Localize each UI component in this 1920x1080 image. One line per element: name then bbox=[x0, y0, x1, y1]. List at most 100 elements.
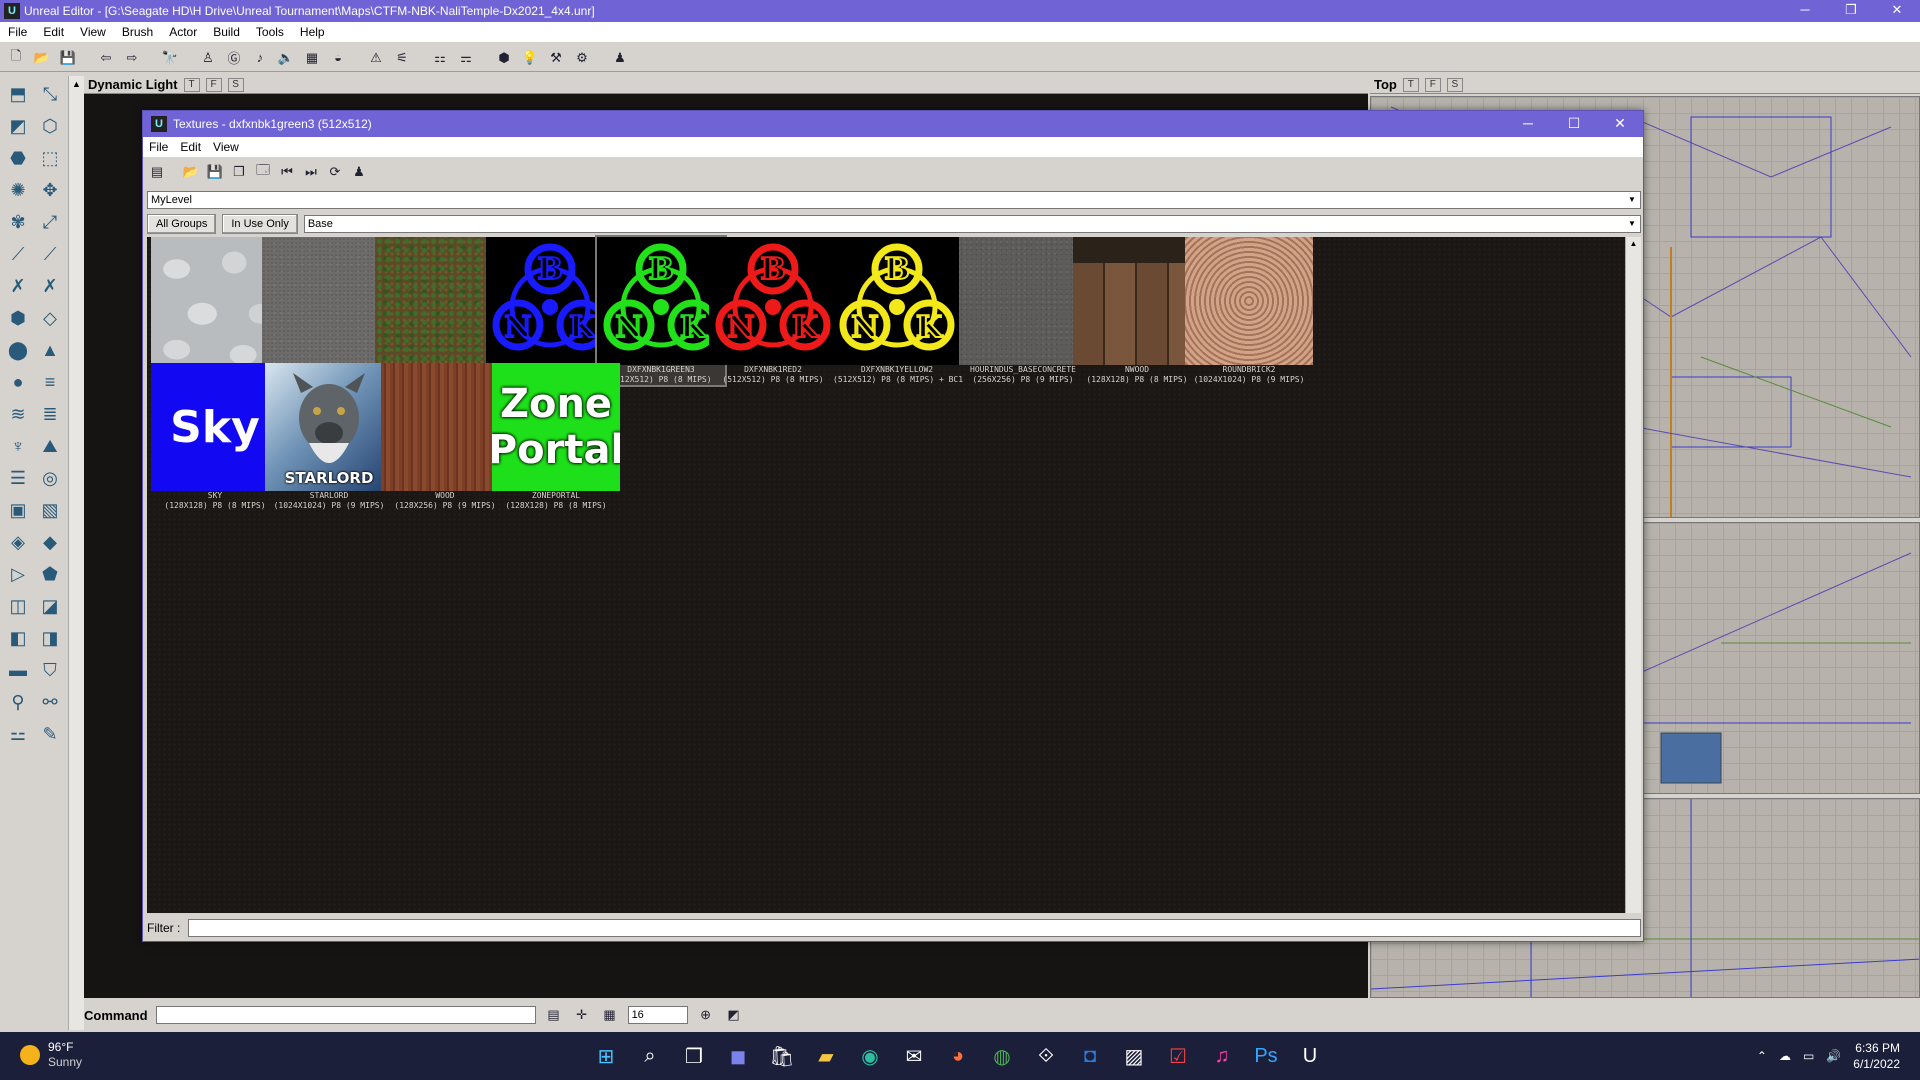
group-select[interactable]: Base ▼ bbox=[303, 215, 1641, 233]
light-icon[interactable]: ⚲ bbox=[2, 686, 34, 718]
photoshop-icon[interactable]: Ps bbox=[1250, 1038, 1282, 1074]
rotate-brush-icon[interactable]: ✺ bbox=[2, 174, 34, 206]
viewport-layout-icon[interactable]: ▤ bbox=[544, 1005, 564, 1025]
maximize-button[interactable]: ☐ bbox=[1551, 111, 1597, 137]
tb-menu-view[interactable]: View bbox=[207, 140, 245, 154]
texture-tile-sky[interactable]: Sky SKY (128X128) P8 (8 MIPS) bbox=[151, 363, 279, 511]
outlook-icon[interactable]: ◘ bbox=[1074, 1038, 1106, 1074]
music-browser-icon[interactable]: ♪ bbox=[250, 48, 270, 68]
menu-help[interactable]: Help bbox=[292, 25, 333, 39]
build-lighting-icon[interactable]: ⚟ bbox=[392, 48, 412, 68]
viewport-top-button[interactable]: T bbox=[1402, 77, 1419, 92]
clip-icon[interactable]: ✗ bbox=[34, 270, 66, 302]
menu-file[interactable]: File bbox=[0, 25, 35, 39]
viewport-front-button[interactable]: F bbox=[1424, 77, 1441, 92]
play-map-icon[interactable]: 💡 bbox=[520, 48, 540, 68]
search-actors-icon[interactable]: 🔭 bbox=[160, 48, 180, 68]
package-select[interactable]: MyLevel ▼ bbox=[147, 191, 1641, 209]
bing-icon[interactable]: ⟐ bbox=[1030, 1038, 1062, 1074]
subtract-brush-icon[interactable]: ▧ bbox=[34, 494, 66, 526]
chevron-down-icon[interactable]: ▼ bbox=[1625, 217, 1639, 231]
grid-size-select[interactable]: 16 bbox=[627, 1006, 688, 1024]
actor-browser-icon[interactable]: ♙ bbox=[198, 48, 218, 68]
close-button[interactable]: ✕ bbox=[1597, 111, 1643, 137]
viewport-side-button[interactable]: S bbox=[227, 77, 244, 92]
chevron-down-icon[interactable]: ▼ bbox=[1625, 193, 1639, 207]
build-all-icon[interactable]: ⬢ bbox=[494, 48, 514, 68]
save-package-icon[interactable]: 💾 bbox=[205, 162, 225, 182]
texture-tile-starlord[interactable]: STARLORD STARLORD (1024X1024) P8 (9 MIPS) bbox=[265, 363, 393, 511]
task-view-icon[interactable]: ❐ bbox=[678, 1038, 710, 1074]
previous-icon[interactable]: ⏮ bbox=[277, 162, 297, 182]
texture-tile-zoneportal[interactable]: Zone Portal ZONEPORTAL (128X128) P8 (8 MIPS… bbox=[492, 363, 620, 511]
texture-grid-scrollbar[interactable]: ▲ bbox=[1625, 237, 1641, 913]
search-icon[interactable]: ⌕ bbox=[634, 1038, 666, 1074]
tb-menu-edit[interactable]: Edit bbox=[174, 140, 207, 154]
add-mover-icon[interactable]: ▷ bbox=[2, 558, 34, 590]
start-icon[interactable]: ⊞ bbox=[590, 1038, 622, 1074]
tb-menu-file[interactable]: File bbox=[143, 140, 174, 154]
teams-chat-icon[interactable]: ◼ bbox=[722, 1038, 754, 1074]
texture-pan-icon[interactable]: ◩ bbox=[2, 110, 34, 142]
edit-tool-icon[interactable]: ✎ bbox=[34, 718, 66, 750]
properties-icon[interactable]: ⚙ bbox=[572, 48, 592, 68]
redo-icon[interactable]: ⇨ bbox=[122, 48, 142, 68]
maximize-viewport-icon[interactable]: ◩ bbox=[724, 1005, 744, 1025]
itunes-icon[interactable]: ♫ bbox=[1206, 1038, 1238, 1074]
in-use-only-button[interactable]: In Use Only bbox=[222, 214, 298, 234]
menu-tools[interactable]: Tools bbox=[248, 25, 292, 39]
polygon-icon[interactable]: ✾ bbox=[2, 206, 34, 238]
filter-input[interactable] bbox=[188, 919, 1641, 937]
volumetric-icon[interactable]: ♆ bbox=[2, 430, 34, 462]
scale-mode-icon[interactable]: ⤡ bbox=[34, 78, 66, 110]
terrain-icon[interactable]: ✗ bbox=[2, 270, 34, 302]
texture-tile-dxfxnbk1yellow2[interactable]: B N K DXFXNBK1YELLOW2 (512X512) P8 (8 MIPS) … bbox=[833, 237, 963, 385]
minimize-button[interactable]: ─ bbox=[1782, 0, 1828, 22]
vertex-edit-icon[interactable]: ⬣ bbox=[2, 142, 34, 174]
maximize-button[interactable]: ❐ bbox=[1828, 0, 1874, 22]
hide-selected-icon[interactable]: ◧ bbox=[2, 622, 34, 654]
shear-brush-icon[interactable]: ⤢ bbox=[34, 206, 66, 238]
unreal-editor-taskbar-icon[interactable]: U bbox=[1294, 1038, 1326, 1074]
grid-icon[interactable]: ▦ bbox=[600, 1005, 620, 1025]
unrealscript-icon[interactable]: ♟ bbox=[610, 48, 630, 68]
add-anti-portal-icon[interactable]: ◪ bbox=[34, 590, 66, 622]
align-icon[interactable]: ⚍ bbox=[2, 718, 34, 750]
edge-icon[interactable]: ◉ bbox=[854, 1038, 886, 1074]
add-zone-portal-icon[interactable]: ◫ bbox=[2, 590, 34, 622]
copy-icon[interactable]: ❐ bbox=[229, 162, 249, 182]
texture-tile-dxfxnbk1red2[interactable]: B N K DXFXNBK1RED2 (512X512) P8 (8 MIPS) bbox=[709, 237, 837, 385]
loft-icon[interactable]: ☰ bbox=[2, 462, 34, 494]
volume-icon[interactable]: 🔊 bbox=[1826, 1049, 1841, 1063]
next-icon[interactable]: ⏭ bbox=[301, 162, 321, 182]
weather-widget[interactable]: 96°F Sunny bbox=[20, 1040, 82, 1070]
photos-icon[interactable]: ▨ bbox=[1118, 1038, 1150, 1074]
checklist-icon[interactable]: ☑ bbox=[1162, 1038, 1194, 1074]
show-all-icon[interactable]: ◨ bbox=[34, 622, 66, 654]
menu-view[interactable]: View bbox=[72, 25, 114, 39]
properties-icon[interactable]: 🗔 bbox=[253, 162, 273, 182]
terrain-brush-icon[interactable]: ⛰ bbox=[34, 430, 66, 462]
palette-scrollbar[interactable]: ▲ bbox=[68, 76, 84, 1030]
sound-browser-icon[interactable]: 🔈 bbox=[276, 48, 296, 68]
new-map-icon[interactable]: 🗋 bbox=[6, 48, 26, 68]
chrome-icon[interactable]: ◍ bbox=[986, 1038, 1018, 1074]
save-map-icon[interactable]: 💾 bbox=[58, 48, 78, 68]
cube-brush-icon[interactable]: ⬢ bbox=[2, 302, 34, 334]
store-icon[interactable]: 🛍 bbox=[766, 1038, 798, 1074]
refresh-icon[interactable]: ⟳ bbox=[325, 162, 345, 182]
open-map-icon[interactable]: 📂 bbox=[32, 48, 52, 68]
browser-select-icon[interactable]: ▤ bbox=[147, 162, 167, 182]
sphere-brush-icon[interactable]: ● bbox=[2, 366, 34, 398]
build-bsp-icon[interactable]: ⚎ bbox=[456, 48, 476, 68]
add-line-icon[interactable]: ⟋ bbox=[2, 238, 34, 270]
select-inverse-icon[interactable]: ▬ bbox=[2, 654, 34, 686]
viewport-side-button[interactable]: S bbox=[1446, 77, 1463, 92]
brush-clip-icon[interactable]: ⬚ bbox=[34, 142, 66, 174]
torus-icon[interactable]: ◎ bbox=[34, 462, 66, 494]
close-button[interactable]: ✕ bbox=[1874, 0, 1920, 22]
clock[interactable]: 6:36 PM 6/1/2022 bbox=[1853, 1040, 1900, 1072]
drag-grid-icon[interactable]: ✛ bbox=[572, 1005, 592, 1025]
actor-icon[interactable]: ⛉ bbox=[34, 654, 66, 686]
viewport-front-button[interactable]: F bbox=[205, 77, 222, 92]
